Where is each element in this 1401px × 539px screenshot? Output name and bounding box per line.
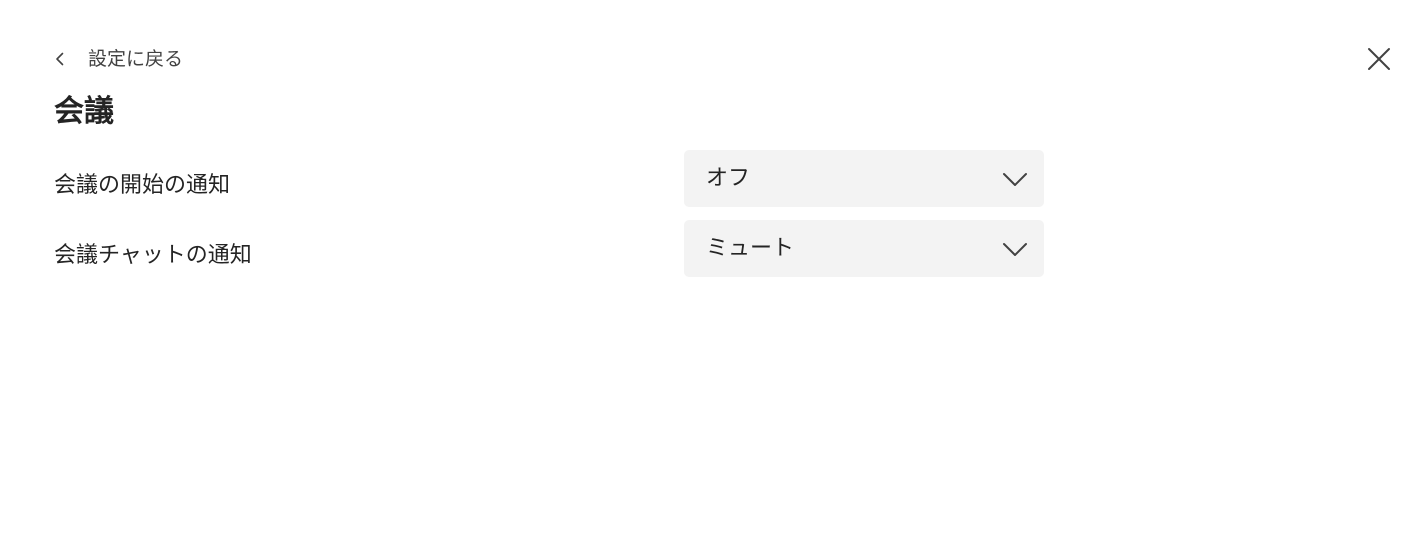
close-icon [1366,46,1392,76]
chevron-down-icon [1002,167,1028,191]
chevron-left-icon [50,49,70,69]
page-title: 会議 [54,94,114,129]
setting-label: 会議の開始の通知 [54,173,231,198]
setting-row-meeting-chat: 会議チャットの通知 ミュート [54,220,1044,277]
setting-row-meeting-start: 会議の開始の通知 オフ [54,150,1044,207]
meeting-start-notification-dropdown[interactable]: オフ [684,150,1044,207]
dropdown-selected-value: ミュート [706,236,795,261]
back-to-settings-link[interactable]: 設定に戻る [50,44,183,74]
meeting-chat-notification-dropdown[interactable]: ミュート [684,220,1044,277]
dropdown-selected-value: オフ [706,166,751,191]
setting-label: 会議チャットの通知 [54,243,252,268]
chevron-down-icon [1002,237,1028,261]
back-link-label: 設定に戻る [88,48,184,70]
settings-page: 設定に戻る 会議 会議の開始の通知 オフ 会議チャットの通知 ミュート [0,0,1401,539]
close-button[interactable] [1362,44,1396,78]
